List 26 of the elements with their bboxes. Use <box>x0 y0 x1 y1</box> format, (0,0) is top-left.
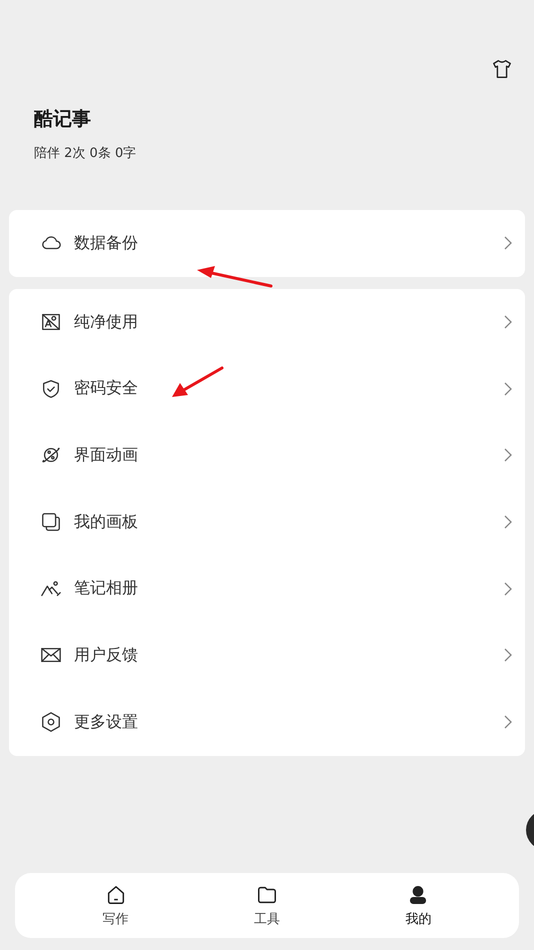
menu-item[interactable]: 界面动画 <box>74 444 138 466</box>
nav-tab[interactable]: 我的 <box>388 884 448 928</box>
menu-item[interactable]: 纯净使用 <box>74 312 138 333</box>
usage-stats: 陪伴 2次 0条 0字 <box>34 145 136 162</box>
chevron-right-icon <box>504 448 512 462</box>
menu-item[interactable]: 我的画板 <box>74 512 138 533</box>
menu-item[interactable]: 笔记相册 <box>74 578 138 600</box>
menu-item[interactable]: 更多设置 <box>74 712 138 733</box>
nav-tab[interactable]: 工具 <box>236 884 297 928</box>
menu-item[interactable]: 密码安全 <box>74 378 138 400</box>
app-title: 酷记事 <box>34 107 91 132</box>
annotation-arrow <box>170 365 226 399</box>
nav-tab[interactable]: 写作 <box>86 884 146 928</box>
chevron-right-icon <box>504 382 512 396</box>
chevron-right-icon <box>504 236 512 250</box>
menu-item[interactable]: 数据备份 <box>74 232 138 254</box>
chevron-right-icon <box>504 582 512 596</box>
shield-check-icon <box>40 378 62 400</box>
chevron-right-icon <box>504 715 512 730</box>
hexagon-icon <box>40 711 62 734</box>
chevron-right-icon <box>504 315 512 330</box>
chevron-right-icon <box>504 515 512 530</box>
shirt-icon[interactable] <box>491 58 513 80</box>
menu-item[interactable]: 用户反馈 <box>74 644 138 666</box>
stacked-squares-icon <box>40 511 62 534</box>
chevron-right-icon <box>504 648 512 662</box>
